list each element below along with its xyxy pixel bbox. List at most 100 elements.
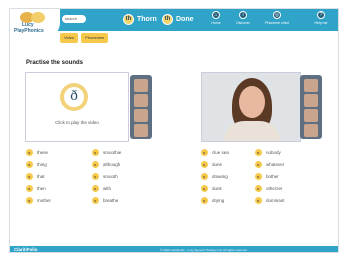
word-item[interactable]: ▸ mother bbox=[26, 197, 51, 204]
nav-phoneme-chart-button[interactable]: ◎ Phoneme chart bbox=[263, 11, 291, 29]
word-item[interactable]: ▸ then bbox=[26, 185, 46, 192]
sound-tab-label: Done bbox=[176, 16, 194, 23]
audio-icon: ▸ bbox=[201, 185, 208, 192]
audio-icon: ▸ bbox=[255, 173, 262, 180]
nav-label: Help me bbox=[314, 21, 328, 25]
nav-label: Phoneme chart bbox=[265, 21, 289, 25]
word-item[interactable]: ▸ whatever bbox=[255, 161, 284, 168]
word-item[interactable]: ▸ thing bbox=[26, 161, 47, 168]
video-thumbnail[interactable] bbox=[304, 79, 318, 92]
audio-icon: ▸ bbox=[26, 149, 33, 156]
nav-label: Discover bbox=[236, 21, 250, 25]
word-label: mother bbox=[37, 198, 52, 203]
audio-icon: ▸ bbox=[201, 173, 208, 180]
play-video-button[interactable]: ð bbox=[60, 83, 88, 111]
footer: ClaritiFolio © 2020 ClaritiFolio · Lucy … bbox=[10, 246, 338, 252]
audio-icon: ▸ bbox=[255, 185, 262, 192]
nav-discover-button[interactable]: i Discover bbox=[229, 11, 257, 29]
audio-icon: ▸ bbox=[92, 197, 99, 204]
word-item[interactable]: ▸ these bbox=[26, 149, 48, 156]
video-thumbnails-left bbox=[130, 75, 152, 139]
word-item[interactable]: ▸ smooth bbox=[92, 173, 118, 180]
word-label: dunk bbox=[212, 186, 222, 191]
sound-icon: th bbox=[162, 14, 173, 25]
audio-icon: ▸ bbox=[26, 197, 33, 204]
word-label: that bbox=[37, 174, 45, 179]
app-logo[interactable]: Lucy PlayPhonics bbox=[10, 9, 60, 37]
word-item[interactable]: ▸ smoothie bbox=[92, 149, 121, 156]
word-label: with bbox=[103, 186, 112, 191]
word-item[interactable]: ▸ breathe bbox=[92, 197, 118, 204]
sound-tab-done[interactable]: th Done bbox=[162, 12, 194, 27]
word-label: although bbox=[103, 162, 121, 167]
video-thumbnail[interactable] bbox=[304, 94, 318, 107]
word-item[interactable]: ▸ clue sea bbox=[201, 149, 229, 156]
audio-icon: ▸ bbox=[92, 185, 99, 192]
nav-home-button[interactable]: ⌂ Home bbox=[202, 11, 230, 29]
audio-icon: ▸ bbox=[255, 161, 262, 168]
audio-icon: ▸ bbox=[255, 197, 262, 204]
word-label: otherzer bbox=[266, 186, 283, 191]
word-label: clue sea bbox=[212, 150, 229, 155]
video-thumbnail[interactable] bbox=[134, 79, 148, 92]
app-window: Lucy PlayPhonics search th Thorn th Done… bbox=[9, 8, 339, 253]
word-label: dune bbox=[212, 162, 223, 167]
word-label: smoothie bbox=[103, 150, 122, 155]
speaker-body bbox=[224, 121, 280, 141]
footer-brand[interactable]: ClaritiFolio bbox=[14, 247, 38, 252]
nav-label: Home bbox=[211, 21, 221, 25]
word-label: drawing bbox=[212, 174, 228, 179]
audio-icon: ▸ bbox=[26, 161, 33, 168]
logo-text-line2: PlayPhonics bbox=[14, 28, 44, 34]
audio-icon: ▸ bbox=[201, 149, 208, 156]
word-item[interactable]: ▸ otherzer bbox=[255, 185, 283, 192]
search-input[interactable]: search bbox=[62, 15, 86, 23]
word-item[interactable]: ▸ drawing bbox=[201, 173, 228, 180]
word-label: breathe bbox=[103, 198, 119, 203]
video-thumbnail[interactable] bbox=[304, 124, 318, 137]
audio-icon: ▸ bbox=[201, 197, 208, 204]
audio-icon: ▸ bbox=[92, 173, 99, 180]
footer-copyright: © 2020 ClaritiFolio · Lucy Speech Therap… bbox=[160, 248, 248, 252]
nav-help-button[interactable]: ? Help me bbox=[307, 11, 335, 29]
video-thumbnail[interactable] bbox=[134, 94, 148, 107]
audio-icon: ▸ bbox=[92, 149, 99, 156]
help-icon: ? bbox=[317, 11, 325, 19]
video-player-right[interactable] bbox=[201, 72, 301, 142]
word-label: nobody bbox=[266, 150, 281, 155]
word-label: thing bbox=[37, 162, 47, 167]
audio-icon: ▸ bbox=[201, 161, 208, 168]
discover-icon: i bbox=[239, 11, 247, 19]
word-item[interactable]: ▸ bother bbox=[255, 173, 279, 180]
page-title: Practise the sounds bbox=[26, 60, 84, 66]
word-item[interactable]: ▸ although bbox=[92, 161, 120, 168]
word-item[interactable]: ▸ dominant bbox=[255, 197, 285, 204]
word-item[interactable]: ▸ dune bbox=[201, 161, 222, 168]
speaker-face bbox=[239, 86, 265, 118]
word-item[interactable]: ▸ that bbox=[26, 173, 45, 180]
word-label: then bbox=[37, 186, 46, 191]
word-item[interactable]: ▸ with bbox=[92, 185, 111, 192]
word-item[interactable]: ▸ drying bbox=[201, 197, 224, 204]
sound-tab-thorn[interactable]: th Thorn bbox=[123, 12, 157, 27]
word-label: drying bbox=[212, 198, 225, 203]
video-player-left[interactable]: ð Click to play the video bbox=[25, 72, 129, 142]
tab-phonemes[interactable]: Phonemes bbox=[81, 33, 109, 43]
video-thumbnails-right bbox=[300, 75, 322, 139]
tab-video[interactable]: Video bbox=[60, 33, 79, 43]
word-item[interactable]: ▸ dunk bbox=[201, 185, 222, 192]
video-thumbnail[interactable] bbox=[304, 109, 318, 122]
video-thumbnail[interactable] bbox=[134, 109, 148, 122]
sub-tabs: Video Phonemes bbox=[60, 33, 109, 43]
audio-icon: ▸ bbox=[92, 161, 99, 168]
word-label: whatever bbox=[266, 162, 285, 167]
word-item[interactable]: ▸ nobody bbox=[255, 149, 281, 156]
video-thumbnail[interactable] bbox=[134, 124, 148, 137]
word-label: these bbox=[37, 150, 49, 155]
home-icon: ⌂ bbox=[212, 11, 220, 19]
audio-icon: ▸ bbox=[255, 149, 262, 156]
sound-tab-label: Thorn bbox=[137, 16, 157, 23]
word-label: bother bbox=[266, 174, 279, 179]
play-video-caption: Click to play the video bbox=[55, 120, 99, 125]
phonemes-icon: ◎ bbox=[273, 11, 281, 19]
